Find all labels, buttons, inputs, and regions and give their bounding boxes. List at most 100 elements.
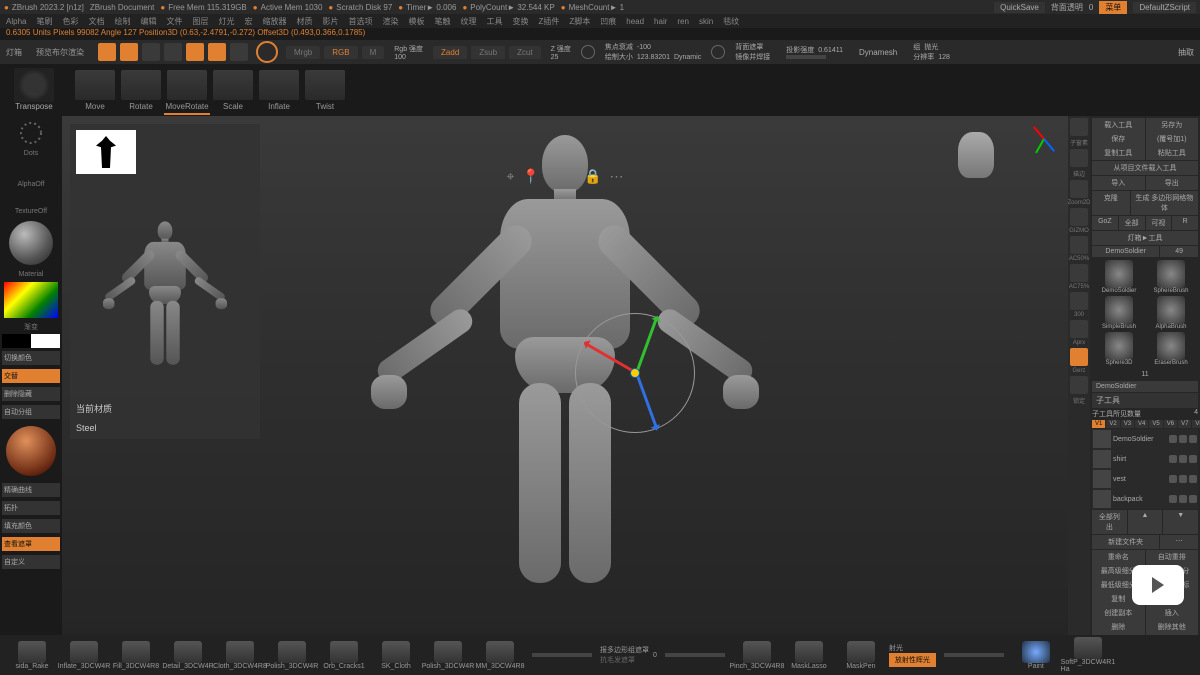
zcut-button[interactable]: Zcut (509, 46, 541, 59)
rstrip-Aprx[interactable] (1070, 320, 1088, 338)
tray-Fill_3DCW4R8[interactable]: Fill_3DCW4R8 (112, 641, 160, 670)
swatch-white[interactable] (31, 334, 60, 348)
menu-Z插件[interactable]: Z插件 (538, 16, 559, 27)
menu-Z脚本[interactable]: Z脚本 (569, 16, 590, 27)
switch-color[interactable]: 切换颜色 (2, 351, 60, 365)
edit-icon[interactable] (98, 43, 116, 61)
tray-Orb_Cracks1[interactable]: Orb_Cracks1 (320, 641, 368, 670)
view-mask[interactable]: 查看遮罩 (2, 537, 60, 551)
color-picker[interactable] (4, 282, 58, 318)
fill-color[interactable]: 填充颜色 (2, 519, 60, 533)
arrow-down[interactable]: ▼ (1163, 510, 1198, 534)
polygroup-mask-value[interactable]: 0 (653, 652, 657, 659)
menu-首选项[interactable]: 首选项 (348, 16, 372, 27)
goz-button[interactable]: GoZ (1092, 216, 1118, 230)
rbtn-保存[interactable]: 保存 (1092, 132, 1145, 146)
viewport-3d[interactable]: ⌖📍⌂↺🔒⋯ 当前材质 Steel (62, 116, 1068, 635)
default-zscript[interactable]: DefaultZScript (1133, 2, 1196, 13)
polish-button[interactable]: 抛光 (924, 42, 938, 52)
dynamesh-button[interactable]: Dynamesh (859, 48, 897, 57)
brush-sphere[interactable] (6, 426, 56, 476)
subtool-backpack[interactable]: backpack (1092, 489, 1198, 509)
make-polymesh[interactable]: 生成 多边形网格物体 (1131, 191, 1198, 215)
brush-Sphere3D[interactable]: Sphere3D (1094, 332, 1144, 366)
new-folder[interactable]: 新建文件夹 (1092, 535, 1159, 549)
vtab-V3[interactable]: V3 (1121, 420, 1134, 428)
backface-mask[interactable]: 背面遮罩 (735, 42, 770, 52)
gizmo-icon[interactable] (230, 43, 248, 61)
menu-宏[interactable]: 宏 (244, 16, 252, 27)
menu-影片[interactable]: 影片 (322, 16, 338, 27)
vtab-V5[interactable]: V5 (1149, 420, 1162, 428)
clone-button[interactable]: 克隆 (1092, 191, 1130, 215)
gbtn-插入[interactable]: 插入 (1146, 606, 1199, 620)
pinch-brush[interactable]: Pinch_3DCW4R8 (733, 641, 781, 670)
proj-strength-slider[interactable] (786, 55, 826, 59)
transpose-gizmo[interactable] (575, 313, 695, 433)
rstrip-锁定[interactable] (1070, 376, 1088, 394)
topology-button[interactable]: 拓扑 (2, 501, 60, 515)
tray-MM_3DCW4R8[interactable]: MM_3DCW4R8 (476, 641, 524, 670)
menu-head[interactable]: head (626, 17, 644, 26)
rbtn-复制工具[interactable]: 复制工具 (1092, 146, 1145, 160)
menu-色彩[interactable]: 色彩 (62, 16, 78, 27)
menu-绘制[interactable]: 绘制 (114, 16, 130, 27)
vtab-V8[interactable]: V8 (1192, 420, 1200, 428)
res-value[interactable]: 128 (938, 54, 950, 61)
menu-hair[interactable]: hair (654, 17, 667, 26)
import-from-project[interactable]: 从项目文件载入工具 (1092, 161, 1198, 175)
tool-thumbnail[interactable] (76, 130, 136, 174)
material-sphere[interactable] (9, 221, 53, 265)
rstrip-Zoom2D[interactable] (1070, 180, 1088, 198)
paint-brush[interactable]: Paint (1012, 641, 1060, 670)
mirror-weld[interactable]: 镜像并焊接 (735, 52, 770, 62)
rbtn-另存为[interactable]: 另存为 (1146, 118, 1199, 132)
mask-lasso[interactable]: MaskLasso (785, 641, 833, 670)
delete-hidden[interactable]: 删除隐藏 (2, 387, 60, 401)
rotate-icon[interactable] (186, 43, 204, 61)
brush-DemoSoldier[interactable]: DemoSoldier (1094, 260, 1144, 294)
group-button[interactable]: 组 (913, 42, 920, 52)
swatch-black[interactable] (2, 334, 31, 348)
bottom-slider-3[interactable] (944, 653, 1004, 657)
dots-icon[interactable] (2, 118, 60, 148)
softp-brush[interactable]: SoftP_3DCW4R1 Ha (1064, 637, 1112, 673)
brush-SphereBrush[interactable]: SphereBrush (1146, 260, 1196, 294)
dynamic-toggle[interactable]: Dynamic (674, 54, 701, 61)
subtool-header[interactable]: 子工具 (1092, 393, 1198, 408)
menu-Alpha[interactable]: Alpha (6, 17, 26, 26)
tray-Inflate_3DCW4R[interactable]: Inflate_3DCW4R (60, 641, 108, 670)
subtool-shirt[interactable]: shirt (1092, 449, 1198, 469)
subtool-DemoSoldier[interactable]: DemoSoldier (1092, 429, 1198, 449)
scale-icon[interactable] (164, 43, 182, 61)
menu-skin[interactable]: skin (699, 17, 713, 26)
menu-材质[interactable]: 材质 (296, 16, 312, 27)
menu-纹理[interactable]: 纹理 (460, 16, 476, 27)
gbtn-创建副本[interactable]: 创建副本 (1092, 606, 1145, 620)
alpha-off[interactable]: AlphaOff (2, 181, 60, 188)
auto-group[interactable]: 自动分组 (2, 405, 60, 419)
menu-模板[interactable]: 模板 (408, 16, 424, 27)
video-overlay-icon[interactable] (1132, 565, 1184, 605)
rstrip-子窗素[interactable] (1070, 118, 1088, 136)
vtab-V6[interactable]: V6 (1164, 420, 1177, 428)
vtab-V1[interactable]: V1 (1092, 420, 1105, 428)
mode-rotate[interactable]: Rotate (118, 68, 164, 115)
backmask-ring-icon[interactable] (711, 45, 725, 59)
tray-Polish_3DCW4R[interactable]: Polish_3DCW4R (424, 641, 472, 670)
zsub-button[interactable]: Zsub (471, 46, 505, 59)
tray-Detail_3DCW4R[interactable]: Detail_3DCW4R (164, 641, 212, 670)
floating-preview-panel[interactable]: 当前材质 Steel (70, 124, 260, 439)
gbtn-删除[interactable]: 删除 (1092, 620, 1145, 634)
tray-SK_Cloth[interactable]: SK_Cloth (372, 641, 420, 670)
goz-all[interactable]: 全部 (1119, 216, 1145, 230)
texture-off[interactable]: TextureOff (2, 208, 60, 215)
vtab-V2[interactable]: V2 (1106, 420, 1119, 428)
focal-ring-icon[interactable] (581, 45, 595, 59)
move-icon[interactable] (142, 43, 160, 61)
z-int-value[interactable]: 25 (551, 54, 571, 61)
menu-编辑[interactable]: 编辑 (140, 16, 156, 27)
rgb-button[interactable]: RGB (324, 46, 357, 59)
gradient-label[interactable]: 渐变 (2, 322, 60, 332)
menu-ren[interactable]: ren (677, 17, 689, 26)
